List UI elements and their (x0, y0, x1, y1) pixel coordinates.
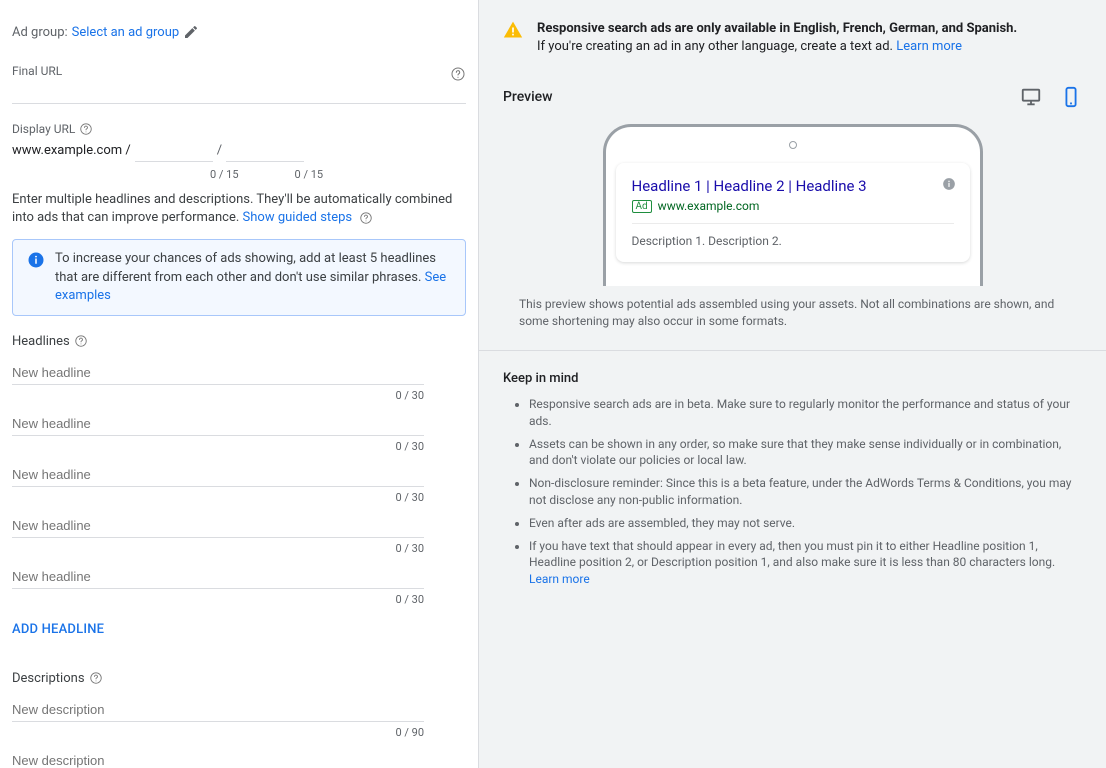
show-guided-steps-link[interactable]: Show guided steps (243, 210, 353, 225)
final-url-input[interactable] (12, 78, 466, 104)
description-input[interactable] (12, 692, 424, 722)
headline-input[interactable] (12, 355, 424, 385)
descriptions-label: Descriptions (12, 671, 466, 686)
mobile-icon[interactable] (1060, 86, 1082, 108)
info-icon (27, 251, 45, 269)
desktop-icon[interactable] (1020, 86, 1042, 108)
preview-panel: Responsive search ads are only available… (478, 0, 1106, 768)
final-url-label: Final URL (12, 64, 466, 78)
headline-input[interactable] (12, 457, 424, 487)
help-icon[interactable] (359, 211, 373, 225)
headline-input[interactable] (12, 508, 424, 538)
display-url-label: Display URL (12, 122, 466, 136)
keep-item: Non-disclosure reminder: Since this is a… (529, 475, 1082, 509)
ad-group-row: Ad group: Select an ad group (12, 24, 466, 40)
warning-learn-more-link[interactable]: Learn more (896, 39, 962, 54)
info-icon[interactable] (942, 177, 956, 191)
headline-counter: 0 / 30 (12, 542, 424, 555)
warning-row: Responsive search ads are only available… (479, 0, 1106, 76)
keep-title: Keep in mind (503, 371, 1082, 386)
path1-counter: 0 / 15 (210, 168, 239, 181)
preview-title: Preview (503, 89, 553, 105)
ad-badge: Ad (632, 200, 652, 213)
headlines-label: Headlines (12, 334, 466, 349)
help-icon[interactable] (74, 334, 88, 348)
explain-text: Enter multiple headlines and description… (12, 191, 466, 227)
phone-frame: Headline 1 | Headline 2 | Headline 3 Ad … (603, 124, 983, 286)
headline-input[interactable] (12, 559, 424, 589)
help-icon[interactable] (450, 66, 466, 82)
ad-headline: Headline 1 | Headline 2 | Headline 3 (632, 177, 954, 195)
keep-item: If you have text that should appear in e… (529, 538, 1082, 588)
description-counter: 0 / 90 (12, 726, 424, 739)
warning-text: If you're creating an ad in any other la… (537, 39, 893, 54)
help-icon[interactable] (79, 122, 93, 136)
path1-input[interactable] (135, 138, 213, 162)
edit-icon[interactable] (183, 24, 199, 40)
display-url-row: www.example.com / / (12, 138, 466, 162)
ad-url: www.example.com (658, 199, 760, 213)
headline-counter: 0 / 30 (12, 491, 424, 504)
keep-item: Assets can be shown in any order, so mak… (529, 436, 1082, 470)
headline-counter: 0 / 30 (12, 440, 424, 453)
form-panel: Ad group: Select an ad group Final URL D… (0, 0, 478, 768)
ad-group-label: Ad group: (12, 25, 68, 40)
keep-item: Responsive search ads are in beta. Make … (529, 396, 1082, 430)
keep-in-mind-section: Keep in mind Responsive search ads are i… (479, 351, 1106, 614)
keep-learn-more-link[interactable]: Learn more (529, 572, 590, 586)
keep-item: Even after ads are assembled, they may n… (529, 515, 1082, 532)
headline-counter: 0 / 30 (12, 389, 424, 402)
preview-note: This preview shows potential ads assembl… (479, 286, 1106, 350)
headline-input[interactable] (12, 406, 424, 436)
info-banner: To increase your chances of ads showing,… (12, 239, 466, 316)
ad-description: Description 1. Description 2. (632, 223, 954, 248)
select-ad-group-link[interactable]: Select an ad group (72, 25, 180, 40)
display-domain: www.example.com / (12, 143, 131, 158)
add-headline-button[interactable]: ADD HEADLINE (12, 622, 104, 637)
warning-icon (503, 20, 523, 40)
camera-icon (789, 141, 797, 149)
path2-counter: 0 / 15 (295, 168, 324, 181)
description-input[interactable] (12, 743, 424, 768)
ad-preview-card: Headline 1 | Headline 2 | Headline 3 Ad … (616, 163, 970, 262)
headline-counter: 0 / 30 (12, 593, 424, 606)
warning-bold: Responsive search ads are only available… (537, 21, 1017, 36)
slash: / (217, 143, 222, 158)
path2-input[interactable] (226, 138, 304, 162)
help-icon[interactable] (89, 671, 103, 685)
